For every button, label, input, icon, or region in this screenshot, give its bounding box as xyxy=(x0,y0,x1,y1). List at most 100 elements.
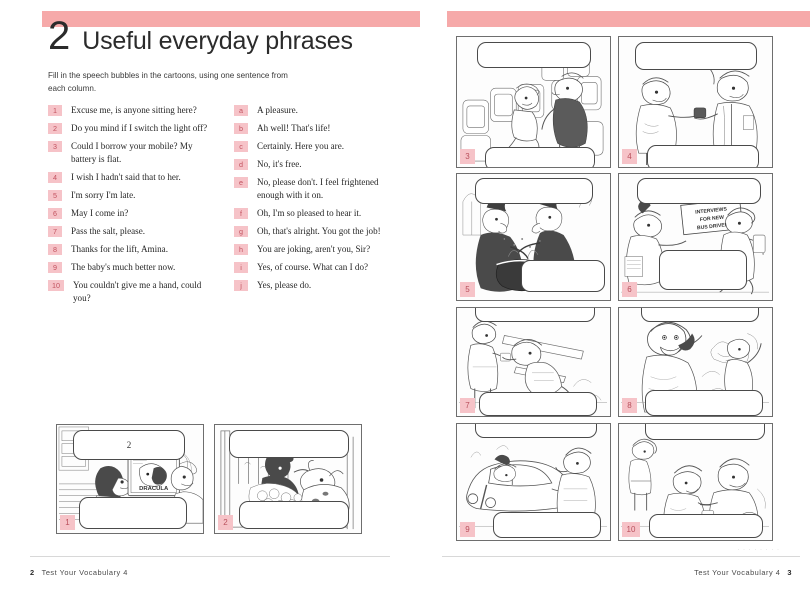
lettered-item-marker-e: e xyxy=(234,177,248,189)
lettered-item-text-j: Yes, please do. xyxy=(257,280,312,291)
numbered-item-row: 7 Pass the salt, please. xyxy=(48,225,216,238)
lettered-item-text-g: Oh, that's alright. You got the job! xyxy=(257,226,381,237)
lettered-item-row: i Yes, of course. What can I do? xyxy=(234,261,402,274)
speech-bubble-8-bottom[interactable] xyxy=(645,390,763,416)
cartoon-panel-6[interactable]: INTERVIEWS FOR NEW BUS DRIVER 6 xyxy=(618,173,773,301)
numbered-item-marker-9: 9 xyxy=(48,262,62,274)
lettered-item-row: a A pleasure. xyxy=(234,104,402,117)
numbered-item-marker-7: 7 xyxy=(48,226,62,238)
speech-bubble-5-bottom[interactable] xyxy=(521,260,605,292)
speech-bubble-5[interactable] xyxy=(475,178,593,204)
speech-bubble-6-bottom[interactable] xyxy=(659,250,747,290)
speech-bubble-1-top-text: 2 xyxy=(126,440,132,450)
lettered-item-text-d: No, it's free. xyxy=(257,159,302,170)
numbered-item-text-9: The baby's much better now. xyxy=(71,262,176,273)
lettered-item-marker-a: a xyxy=(234,105,248,116)
speech-bubble-8[interactable] xyxy=(641,308,759,322)
numbered-column: 1 Excuse me, is anyone sitting here? 2 Do y… xyxy=(48,104,216,310)
speech-bubble-7[interactable] xyxy=(475,308,595,322)
speech-bubble-3-bottom[interactable] xyxy=(485,147,595,167)
numbered-item-row: 4 I wish I hadn't said that to her. xyxy=(48,171,216,184)
lettered-item-row: h You are joking, aren't you, Sir? xyxy=(234,243,402,256)
numbered-item-text-6: May I come in? xyxy=(71,208,129,219)
svg-text:DRACULA: DRACULA xyxy=(139,486,169,492)
numbered-item-marker-5: 5 xyxy=(48,189,62,201)
cartoon-panel-2[interactable]: 2 xyxy=(214,424,362,534)
speech-bubble-6[interactable] xyxy=(637,178,761,204)
lettered-item-text-c: Certainly. Here you are. xyxy=(257,141,345,152)
lettered-item-row: j Yes, please do. xyxy=(234,279,402,292)
chapter-title: Useful everyday phrases xyxy=(82,27,353,55)
numbered-item-marker-3: 3 xyxy=(48,141,62,153)
page-title: 2 Useful everyday phrases xyxy=(48,16,353,56)
header-accent-bar-right xyxy=(447,11,810,27)
lettered-item-marker-g: g xyxy=(234,226,248,238)
speech-bubble-1-top[interactable]: 2 xyxy=(73,430,185,460)
lettered-item-row: g Oh, that's alright. You got the job! xyxy=(234,225,402,238)
cartoon-panel-4[interactable]: 4 xyxy=(618,36,773,168)
numbered-item-marker-2: 2 xyxy=(48,123,62,135)
panel-number-5: 5 xyxy=(460,282,475,297)
lettered-item-marker-d: d xyxy=(234,159,248,171)
lettered-item-marker-j: j xyxy=(234,280,248,292)
panel-number-6: 6 xyxy=(622,282,637,297)
numbered-item-text-4: I wish I hadn't said that to her. xyxy=(71,171,181,182)
cartoon-panel-3[interactable]: 3 xyxy=(456,36,611,168)
cartoon-panel-10[interactable]: 10 xyxy=(618,423,773,541)
numbered-item-row: 3 Could I borrow your mobile? My battery … xyxy=(48,140,216,165)
footer-divider-right xyxy=(442,556,800,557)
footer-right: Test Your Vocabulary 4 3 xyxy=(694,568,792,577)
book-title-right: Test Your Vocabulary 4 xyxy=(694,568,781,577)
right-page: 3 4 5 INTERVIEWS FOR NEW BUS DRIVER 6 7 … xyxy=(430,0,810,591)
panel-number-4: 4 xyxy=(622,149,637,164)
book-title-left: Test Your Vocabulary 4 xyxy=(41,568,128,577)
speech-bubble-10-bottom[interactable] xyxy=(649,514,763,538)
numbered-item-text-3: Could I borrow your mobile? My battery i… xyxy=(71,141,193,164)
lettered-item-marker-b: b xyxy=(234,123,248,135)
speech-bubble-9-bottom[interactable] xyxy=(493,512,601,538)
footer-divider-left xyxy=(30,556,390,557)
cartoon-panel-1[interactable]: DRACULA 2 1 xyxy=(56,424,204,534)
speech-bubble-9[interactable] xyxy=(475,424,597,438)
panel-number-1: 1 xyxy=(60,515,75,530)
lettered-item-row: f Oh, I'm so pleased to hear it. xyxy=(234,207,402,220)
speech-bubble-4[interactable] xyxy=(635,42,757,70)
numbered-item-marker-10: 10 xyxy=(48,280,64,292)
cartoon-panel-8[interactable]: 8 xyxy=(618,307,773,417)
lettered-item-row: e No, please don't. I feel frightened eno… xyxy=(234,176,402,201)
instructions-text: Fill in the speech bubbles in the cartoo… xyxy=(48,71,288,93)
lettered-item-text-a: A pleasure. xyxy=(257,105,298,115)
lettered-item-marker-f: f xyxy=(234,208,248,220)
numbered-item-text-7: Pass the salt, please. xyxy=(71,226,145,237)
speech-bubble-1-bottom[interactable] xyxy=(79,497,187,529)
lettered-item-row: d No, it's free. xyxy=(234,158,402,171)
lettered-item-text-b: Ah well! That's life! xyxy=(257,123,331,134)
lettered-item-row: c Certainly. Here you are. xyxy=(234,140,402,153)
cartoon-panel-9[interactable]: 9 xyxy=(456,423,611,541)
numbered-item-text-1: Excuse me, is anyone sitting here? xyxy=(71,105,197,115)
lettered-item-text-h: You are joking, aren't you, Sir? xyxy=(257,244,371,255)
numbered-item-text-8: Thanks for the lift, Amina. xyxy=(71,244,168,255)
cartoon-panel-7[interactable]: 7 xyxy=(456,307,611,417)
panel-number-3: 3 xyxy=(460,149,475,164)
speech-bubble-3[interactable] xyxy=(477,42,591,68)
page-watermark: · · · · · · · · xyxy=(737,547,780,553)
speech-bubble-2-top[interactable] xyxy=(229,430,349,458)
speech-bubble-10[interactable] xyxy=(645,424,765,440)
chapter-number: 2 xyxy=(48,14,70,58)
book-spread: 2 Useful everyday phrases Fill in the sp… xyxy=(0,0,810,591)
cartoon-panel-5[interactable]: 5 xyxy=(456,173,611,301)
panel-number-2: 2 xyxy=(218,515,233,530)
lettered-item-row: b Ah well! That's life! xyxy=(234,122,402,135)
exercise-columns: 1 Excuse me, is anyone sitting here? 2 Do y… xyxy=(48,104,408,310)
lettered-column: a A pleasure. b Ah well! That's life! c Certa… xyxy=(234,104,402,310)
speech-bubble-7-bottom[interactable] xyxy=(479,392,597,416)
numbered-item-text-5: I'm sorry I'm late. xyxy=(71,189,136,200)
numbered-item-row: 1 Excuse me, is anyone sitting here? xyxy=(48,104,216,117)
speech-bubble-4-bottom[interactable] xyxy=(647,145,759,167)
speech-bubble-2-bottom[interactable] xyxy=(239,501,349,529)
panel-number-10: 10 xyxy=(622,522,640,537)
lettered-item-marker-i: i xyxy=(234,262,248,274)
panel-number-9: 9 xyxy=(460,522,475,537)
page-number-left: 2 xyxy=(30,568,35,577)
